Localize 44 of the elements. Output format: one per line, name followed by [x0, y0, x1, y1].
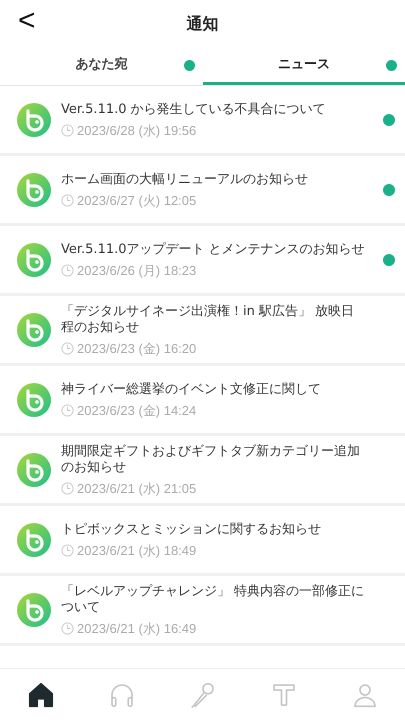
news-date: 2023/6/28 (水) 19:56	[77, 122, 196, 138]
clock-icon	[61, 342, 74, 354]
clock-icon	[61, 544, 74, 556]
app-logo-icon	[17, 592, 51, 626]
news-item[interactable]: 「レベルアップチャレンジ」 特典内容の一部修正について 2023/6/21 (水) 16:49	[0, 576, 405, 646]
clock-icon	[61, 622, 74, 634]
news-title: Ver.5.11.0 から発生している不具合について	[61, 102, 327, 118]
news-date: 2023/6/23 (金) 16:20	[77, 340, 196, 356]
news-item[interactable]: ホーム画面の大幅リニューアルのお知らせ 2023/6/27 (火) 12:05	[0, 156, 405, 226]
clock-icon	[61, 264, 74, 276]
news-item[interactable]: Ver.5.11.0 から発生している不具合について 2023/6/28 (水) 19:56	[0, 86, 405, 156]
news-date: 2023/6/21 (水) 18:49	[77, 542, 196, 558]
tab[interactable]: ニュース	[202, 48, 405, 85]
app-logo-icon	[17, 522, 51, 556]
news-title: 「レベルアップチャレンジ」 特典内容の一部修正について	[61, 584, 366, 616]
app-logo-icon	[17, 102, 51, 136]
news-item[interactable]: 神ライバー総選挙のイベント文修正に関して 2023/6/23 (金) 14:24	[0, 366, 405, 436]
app-logo-icon	[17, 242, 51, 276]
tab[interactable]: あなた宛	[0, 48, 202, 85]
news-item[interactable]: 期間限定ギフトおよびギフトタブ新カテゴリー追加のお知らせ 2023/6/21 (水) 21:05	[0, 436, 405, 506]
news-title: 期間限定ギフトおよびギフトタブ新カテゴリー追加のお知らせ	[61, 444, 361, 476]
app-logo-icon	[17, 382, 51, 416]
news-date: 2023/6/21 (水) 16:49	[77, 620, 196, 636]
app-logo-icon	[17, 312, 51, 346]
news-title: トピボックスとミッションに関するお知らせ	[61, 522, 322, 538]
back-button[interactable]: <	[14, 6, 40, 36]
clock-icon	[61, 194, 74, 206]
news-item[interactable]: Ver.5.11.0アップデート とメンテナンスのお知らせ 2023/6/26 (月) 18:23	[0, 226, 405, 296]
app-logo-icon	[17, 452, 51, 486]
clock-icon	[61, 482, 74, 494]
clock-icon	[61, 404, 74, 416]
news-title: 神ライバー総選挙のイベント文修正に関して	[61, 382, 322, 398]
news-title: Ver.5.11.0アップデート とメンテナンスのお知らせ	[61, 242, 366, 258]
news-title: ホーム画面の大幅リニューアルのお知らせ	[61, 172, 309, 188]
news-item[interactable]: トピボックスとミッションに関するお知らせ 2023/6/21 (水) 18:49	[0, 506, 405, 576]
news-date: 2023/6/27 (火) 12:05	[77, 192, 196, 208]
news-date: 2023/6/21 (水) 21:05	[77, 480, 196, 496]
page-title: 通知	[186, 13, 218, 35]
news-item[interactable]: 「デジタルサイネージ出演権！in 駅広告」 放映日程のお知らせ 2023/6/23 (金) 16:20	[0, 296, 405, 366]
news-date: 2023/6/26 (月) 18:23	[77, 262, 196, 278]
app-logo-icon	[17, 172, 51, 206]
clock-icon	[61, 124, 74, 136]
news-date: 2023/6/23 (金) 14:24	[77, 402, 196, 418]
news-title: 「デジタルサイネージ出演権！in 駅広告」 放映日程のお知らせ	[61, 304, 356, 336]
